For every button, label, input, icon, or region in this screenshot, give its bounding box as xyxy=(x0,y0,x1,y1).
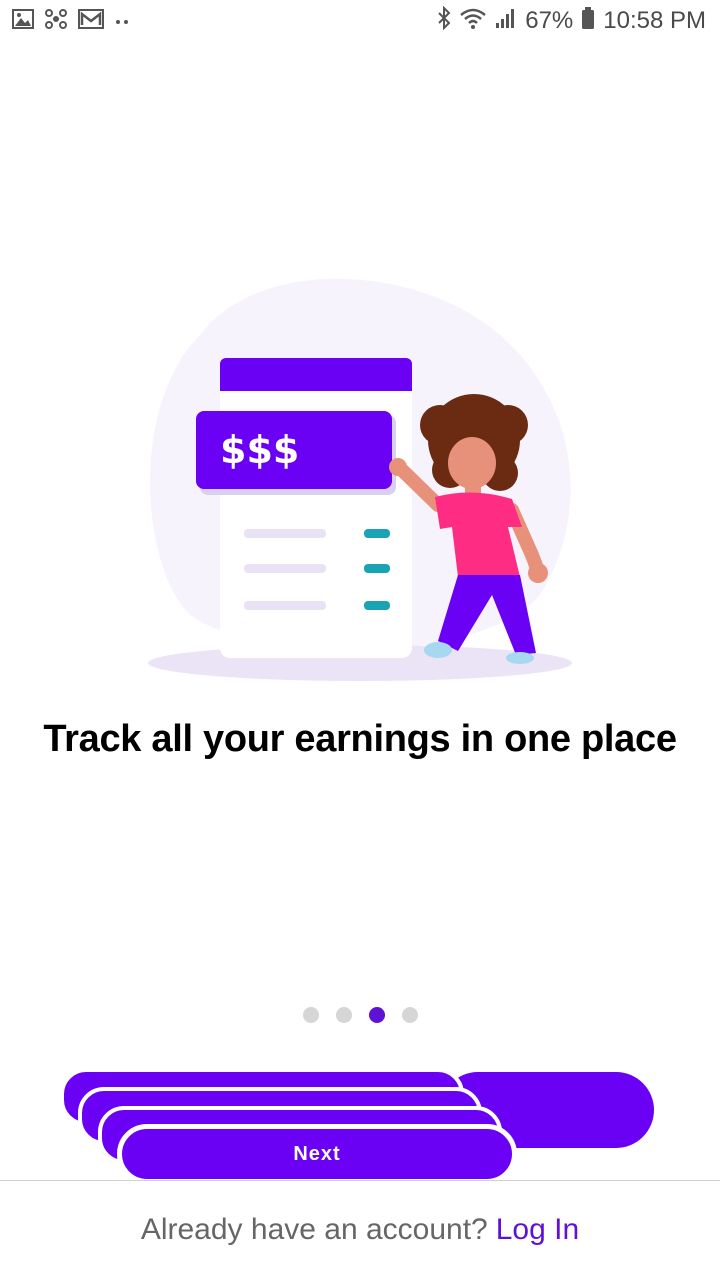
bluetooth-icon xyxy=(437,5,451,35)
document-value xyxy=(364,601,390,610)
status-bar-left xyxy=(12,8,130,35)
status-bar-right: 67% 10:58 PM xyxy=(437,5,706,35)
money-card-text: $$$ xyxy=(220,428,299,472)
gallery-icon xyxy=(12,8,34,35)
wifi-icon xyxy=(459,6,487,35)
document-value xyxy=(364,529,390,538)
document-card xyxy=(220,360,412,658)
page-dot[interactable] xyxy=(401,1007,418,1023)
battery-percent: 67% xyxy=(525,6,574,34)
page-indicator xyxy=(0,1007,720,1025)
onboarding-illustration: $$$ xyxy=(140,265,580,685)
document-line xyxy=(244,529,326,538)
more-dots-icon xyxy=(114,8,130,35)
document-line xyxy=(244,564,326,573)
login-prompt-text: Already have an account? xyxy=(140,1213,488,1246)
network-icon xyxy=(44,8,68,35)
signal-icon xyxy=(495,6,517,35)
button-area: Next xyxy=(0,1060,720,1190)
login-link[interactable]: Log In xyxy=(496,1213,579,1246)
clock: 10:58 PM xyxy=(603,6,706,34)
document-value xyxy=(364,564,390,573)
page-dot[interactable] xyxy=(335,1007,352,1023)
login-prompt: Already have an account? Log In xyxy=(0,1213,720,1247)
page-dot[interactable] xyxy=(302,1007,319,1023)
document-line xyxy=(244,601,326,610)
divider xyxy=(0,1180,720,1181)
next-button[interactable]: Next xyxy=(117,1124,517,1184)
battery-icon xyxy=(581,6,595,35)
status-bar: 67% 10:58 PM xyxy=(0,0,720,44)
gmail-icon xyxy=(78,8,104,35)
page-dot-active[interactable] xyxy=(368,1007,385,1023)
page-title: Track all your earnings in one place xyxy=(43,718,677,760)
